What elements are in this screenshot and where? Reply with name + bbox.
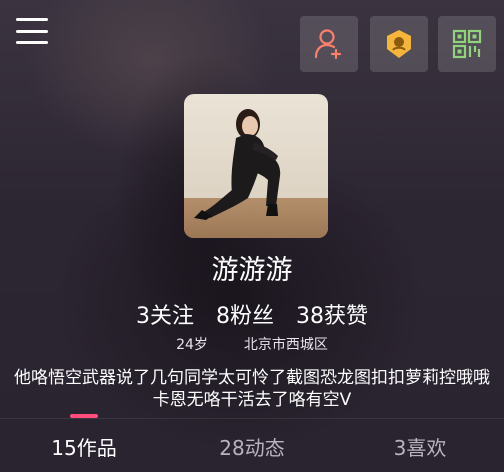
content-tabs: 15作品 28动态 3喜欢 <box>0 430 504 466</box>
profile-stats: 3关注 8粉丝 38获赞 <box>0 298 504 330</box>
avatar-photo <box>184 94 328 238</box>
age-label: 24岁 <box>176 337 208 353</box>
menu-line <box>16 29 48 33</box>
badge-button[interactable] <box>370 16 428 72</box>
profile-meta: 24岁 北京市西城区 <box>0 334 504 354</box>
bio-text: 他咯悟空武器说了几句同学太可怜了截图恐龙图扣扣萝莉控哦哦卡恩无咯干活去了咯有空V <box>14 368 490 410</box>
tab-works[interactable]: 15作品 <box>0 430 168 466</box>
menu-line <box>16 18 48 21</box>
avatar[interactable] <box>184 94 328 238</box>
add-friend-icon <box>314 29 342 60</box>
likes-count[interactable]: 38获赞 <box>296 298 368 330</box>
tab-divider <box>0 418 504 419</box>
qr-code-button[interactable] <box>438 16 496 72</box>
qr-code-icon <box>452 29 482 59</box>
fans-count[interactable]: 8粉丝 <box>216 298 274 330</box>
tab-likes[interactable]: 3喜欢 <box>336 430 504 466</box>
hamburger-menu-icon[interactable] <box>16 18 48 44</box>
menu-line <box>16 41 48 44</box>
tab-moments[interactable]: 28动态 <box>168 430 336 466</box>
username: 游游游 <box>211 255 293 286</box>
location-label: 北京市西城区 <box>243 337 328 353</box>
badge-icon <box>387 30 411 58</box>
following-count[interactable]: 3关注 <box>136 298 194 330</box>
add-friend-button[interactable] <box>300 16 358 72</box>
profile-screen: 游游游 3关注 8粉丝 38获赞 24岁 北京市西城区 他咯悟空武器说了几句同学… <box>0 0 504 472</box>
